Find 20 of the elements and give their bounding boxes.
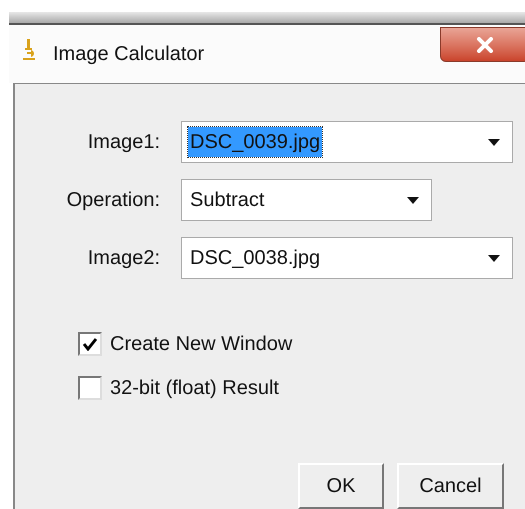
window-title: Image Calculator — [53, 42, 204, 67]
dropdown[interactable]: DSC_0039.jpg — [181, 121, 513, 163]
checkbox-label: Create New Window — [110, 332, 292, 357]
dropdown[interactable]: DSC_0038.jpg — [181, 237, 513, 279]
field-label: Operation: — [66, 188, 161, 213]
field-label: Image1: — [86, 130, 161, 155]
checkmark-icon — [82, 337, 98, 351]
checkbox[interactable] — [78, 376, 102, 400]
cancel-button[interactable]: Cancel — [397, 463, 504, 509]
caret-icon — [407, 196, 419, 204]
close-button[interactable] — [440, 27, 525, 62]
ok-button[interactable]: OK — [298, 463, 384, 509]
microscope-icon — [21, 38, 37, 60]
dropdown[interactable]: Subtract — [181, 179, 432, 221]
checkbox[interactable] — [78, 332, 102, 356]
field-label: Image2: — [86, 246, 161, 271]
close-icon — [475, 36, 495, 52]
caret-icon — [488, 254, 500, 262]
checkbox-label: 32-bit (float) Result — [110, 376, 279, 401]
caret-icon — [488, 138, 500, 146]
